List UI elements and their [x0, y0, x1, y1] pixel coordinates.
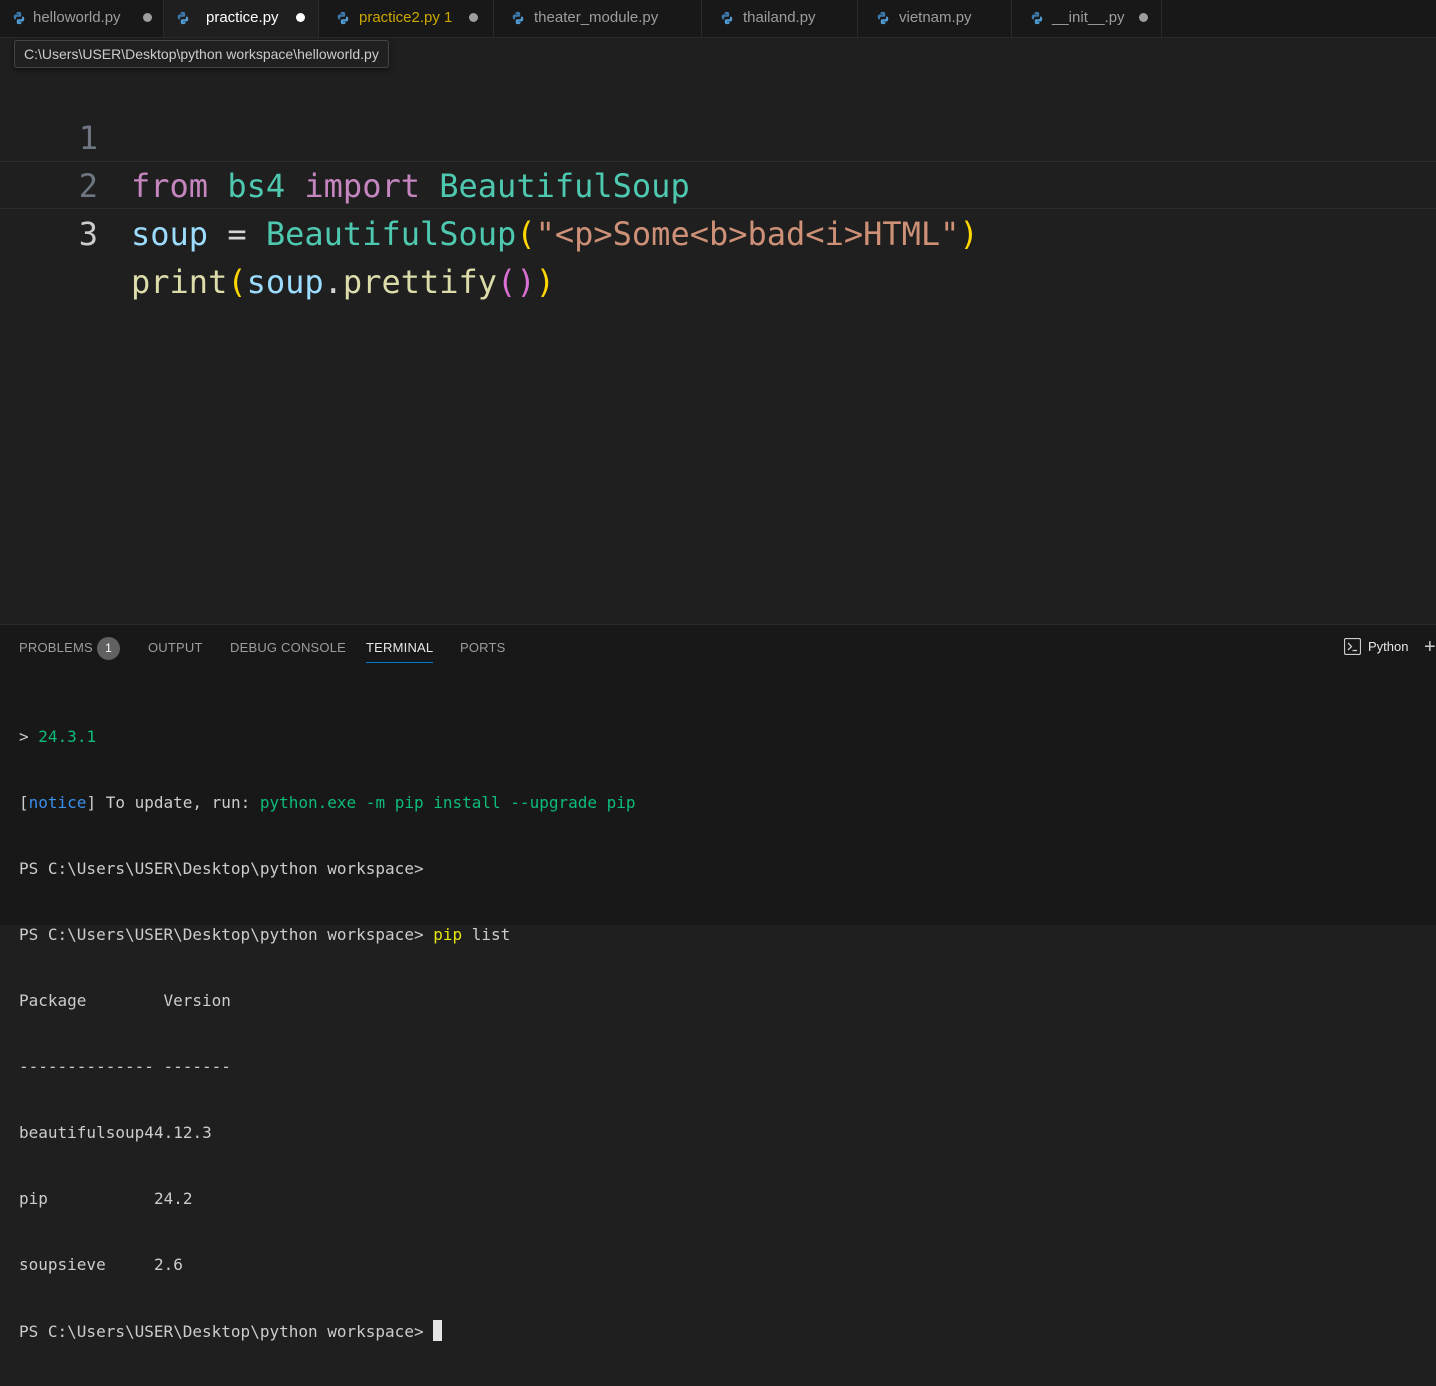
code-line-1[interactable]: 1 from bs4 import BeautifulSoup [0, 66, 1436, 205]
notice-label: notice [28, 793, 87, 812]
bracket: [ [19, 793, 29, 812]
class-call: BeautifulSoup [265, 215, 517, 253]
terminal-icon [1344, 638, 1361, 655]
tab-output[interactable]: OUTPUT [148, 640, 203, 655]
prompt-marker: > [19, 727, 29, 746]
prompt: PS C:\Users\USER\Desktop\python workspac… [19, 925, 434, 944]
terminal-output[interactable]: > 24.3.1 [notice] To update, run: python… [19, 682, 636, 1386]
package-name: pip [19, 1189, 48, 1208]
problem-count: 1 [444, 9, 453, 26]
table-header: Package Version [19, 991, 231, 1010]
version-text: 24.3.1 [38, 727, 97, 746]
code-editor[interactable]: 1 from bs4 import BeautifulSoup 2 soup =… [0, 38, 1436, 624]
tab-label-text: practice2.py [359, 9, 440, 26]
code-line-2[interactable]: 2 soup = BeautifulSoup("<p>Some<b>bad<i>… [0, 114, 1436, 253]
command-exe: python.exe [259, 793, 357, 812]
package-name: beautifulsoup4 [19, 1123, 154, 1142]
unsaved-dot-icon[interactable] [469, 13, 478, 22]
function-name: print [131, 263, 228, 301]
command-text: pip install [394, 793, 511, 812]
bracket: ( [497, 263, 517, 301]
tab-practice2[interactable]: practice2.py 1 [319, 0, 494, 37]
command-args: list [462, 925, 511, 944]
package-version: 24.2 [154, 1189, 193, 1208]
string-literal: "<p>Some<b>bad<i>HTML" [535, 215, 960, 253]
unsaved-dot-icon[interactable] [143, 13, 152, 22]
line-number: 3 [78, 215, 98, 253]
prompt: PS C:\Users\USER\Desktop\python workspac… [19, 1322, 434, 1341]
file-path-tooltip: C:\Users\USER\Desktop\python workspace\h… [14, 40, 389, 68]
operator: = [227, 215, 247, 253]
package-version: 4.12.3 [154, 1123, 212, 1142]
python-file-icon [1031, 11, 1043, 25]
tab-label: theater_module.py [534, 9, 659, 26]
notice-text: To update, run: [96, 793, 260, 812]
line-code: soup = BeautifulSoup("<p>Some<b>bad<i>HT… [131, 210, 979, 258]
python-file-icon [512, 11, 524, 25]
tab-ports[interactable]: PORTS [460, 640, 506, 655]
method-name: prettify [342, 263, 498, 301]
variable: soup [246, 263, 324, 301]
table-row: beautifulsoup44.12.3 [19, 1122, 636, 1144]
terminal-line: [notice] To update, run: python.exe -m p… [19, 792, 636, 814]
tab-thailand[interactable]: thailand.py [702, 0, 858, 37]
bracket: ( [227, 263, 247, 301]
package-name: soupsieve [19, 1255, 106, 1274]
tab-label: practice.py [206, 9, 279, 26]
unsaved-dot-icon[interactable] [1139, 13, 1148, 22]
tab-label: vietnam.py [899, 9, 972, 26]
tab-label: __init__.py [1052, 9, 1125, 26]
tab-problems[interactable]: PROBLEMS [19, 640, 93, 655]
tab-label: helloworld.py [33, 9, 121, 26]
dot: . [323, 263, 343, 301]
terminal-selector[interactable]: Python [1344, 638, 1408, 655]
tab-theater-module[interactable]: theater_module.py [494, 0, 702, 37]
bracket: ) [959, 215, 979, 253]
tab-practice[interactable]: practice.py [164, 0, 319, 37]
tab-helloworld[interactable]: helloworld.py [0, 0, 164, 37]
text-cursor [433, 1320, 443, 1341]
tab-label: thailand.py [743, 9, 816, 26]
bottom-panel: PROBLEMS 1 OUTPUT DEBUG CONSOLE TERMINAL… [0, 624, 1436, 1341]
tab-terminal[interactable]: TERMINAL [366, 640, 434, 663]
panel-tab-bar: PROBLEMS 1 OUTPUT DEBUG CONSOLE TERMINAL… [0, 625, 1436, 669]
problems-count-badge: 1 [97, 637, 120, 660]
terminal-name: Python [1368, 639, 1409, 654]
table-separator: -------------- ------- [19, 1057, 231, 1076]
bracket: ] [86, 793, 97, 812]
python-file-icon [721, 11, 733, 25]
bracket: ( [516, 215, 536, 253]
editor-tab-bar: helloworld.py practice.py practice2.py 1… [0, 0, 1436, 38]
python-file-icon [337, 11, 349, 25]
terminal-line: PS C:\Users\USER\Desktop\python workspac… [19, 924, 636, 946]
command: pip [433, 925, 463, 944]
package-version: 2.6 [154, 1255, 183, 1274]
command-text: pip [597, 793, 636, 812]
table-row: soupsieve 2.6 [19, 1254, 636, 1276]
tab-debug-console[interactable]: DEBUG CONSOLE [230, 640, 346, 655]
python-file-icon [877, 11, 889, 25]
tab-init[interactable]: __init__.py [1012, 0, 1162, 37]
tab-vietnam[interactable]: vietnam.py [858, 0, 1012, 37]
terminal-line: PS C:\Users\USER\Desktop\python workspac… [19, 1320, 636, 1342]
table-row: pip 24.2 [19, 1188, 636, 1210]
new-terminal-plus-icon[interactable]: + [1424, 637, 1436, 657]
command-flag: -m [356, 793, 395, 812]
command-option: --upgrade [510, 793, 597, 812]
tab-label: practice2.py 1 [359, 9, 452, 26]
terminal-line: PS C:\Users\USER\Desktop\python workspac… [19, 859, 424, 878]
bracket: ) [516, 263, 536, 301]
python-file-icon [177, 11, 189, 25]
line-code: print(soup.prettify()) [131, 258, 555, 306]
python-file-icon [13, 11, 25, 25]
unsaved-dot-icon[interactable] [296, 13, 305, 22]
variable: soup [131, 215, 209, 253]
code-line-3[interactable]: 3 print(soup.prettify()) [0, 161, 1436, 301]
bracket: ) [535, 263, 555, 301]
terminal-line: > 24.3.1 [19, 726, 636, 748]
